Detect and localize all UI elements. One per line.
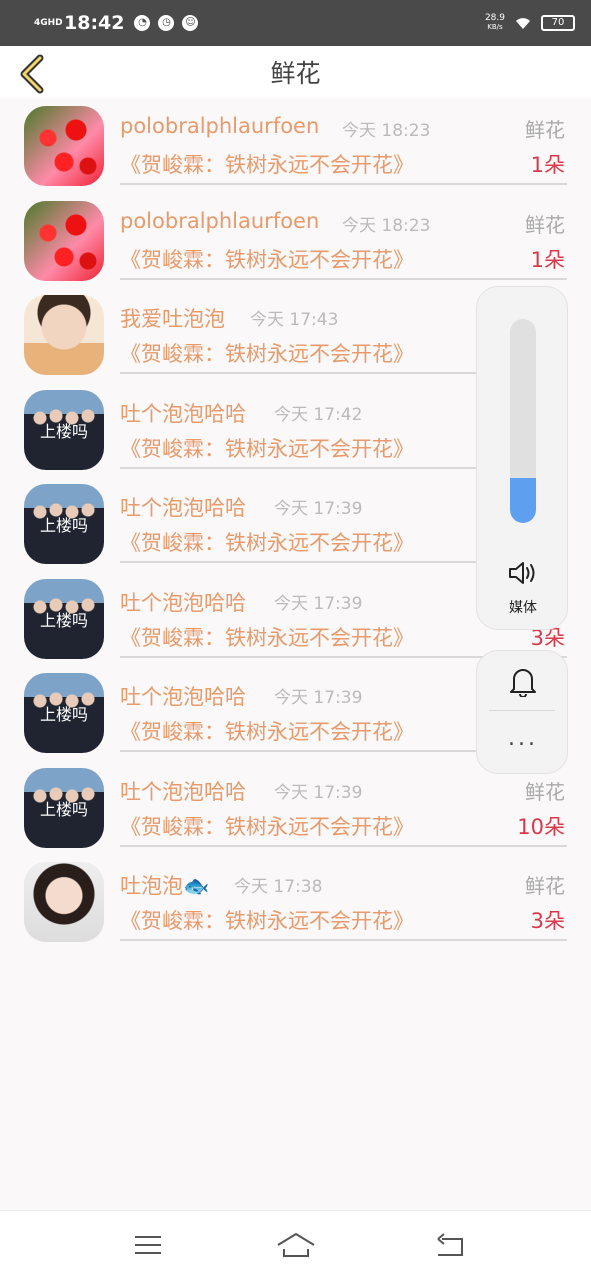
list-item[interactable]: polobralphlaurfoen 今天 18:23 鲜花 《贺峻霖：铁树永远… bbox=[0, 98, 591, 193]
avatar[interactable] bbox=[24, 106, 104, 186]
timestamp: 今天 18:23 bbox=[342, 121, 431, 141]
work-title: 《贺峻霖：铁树永远不会开花》 bbox=[120, 625, 414, 650]
work-title: 《贺峻霖：铁树永远不会开花》 bbox=[120, 531, 414, 555]
avatar[interactable] bbox=[24, 200, 104, 281]
gift-type: 鲜花 bbox=[525, 779, 565, 804]
user-name: 吐个泡泡哈哈 bbox=[120, 401, 246, 426]
work-title: 《贺峻霖：铁树永远不会开花》 bbox=[120, 909, 414, 933]
user-name: 吐泡泡🐟 bbox=[120, 874, 210, 898]
timestamp: 今天 17:39 bbox=[274, 499, 363, 519]
gift-type: 鲜花 bbox=[525, 212, 565, 237]
gift-count: 3朵 bbox=[530, 909, 565, 933]
avatar-caption: 上楼吗 bbox=[39, 799, 88, 819]
network-speed: 28.9 KB/s bbox=[485, 14, 505, 32]
work-title: 《贺峻霖：铁树永远不会开花》 bbox=[120, 247, 414, 272]
avatar-caption: 上楼吗 bbox=[39, 516, 88, 535]
divider bbox=[120, 183, 567, 185]
avatar-caption: 上楼吗 bbox=[39, 421, 88, 441]
gift-count: 1朵 bbox=[530, 153, 565, 177]
work-title: 《贺峻霖：铁树永远不会开花》 bbox=[120, 436, 414, 461]
home-icon[interactable] bbox=[276, 1229, 316, 1261]
page-title: 鲜花 bbox=[270, 59, 321, 88]
battery-icon: 70 bbox=[541, 15, 575, 31]
timestamp: 今天 17:39 bbox=[274, 593, 363, 614]
avatar[interactable]: 上楼吗 bbox=[24, 389, 104, 470]
avatar[interactable]: 上楼吗 bbox=[24, 673, 104, 753]
gift-type: 鲜花 bbox=[525, 118, 565, 142]
speed-value: 28.9 bbox=[484, 13, 505, 23]
list-item[interactable]: 吐泡泡🐟 今天 17:38 鲜花 《贺峻霖：铁树永远不会开花》 3朵 bbox=[0, 854, 591, 949]
more-icon[interactable]: ... bbox=[477, 728, 569, 750]
list-item[interactable]: polobralphlaurfoen 今天 18:23 鲜花 《贺峻霖：铁树永远… bbox=[0, 193, 591, 288]
work-title: 《贺峻霖：铁树永远不会开花》 bbox=[120, 342, 414, 366]
avatar-caption: 上楼吗 bbox=[39, 705, 88, 724]
gift-count: 10朵 bbox=[517, 814, 565, 839]
avatar[interactable]: 上楼吗 bbox=[24, 484, 104, 564]
ringer-panel: ... bbox=[476, 650, 568, 774]
network-indicator: 4GHD bbox=[34, 17, 63, 28]
gift-type: 鲜花 bbox=[525, 874, 565, 898]
back-icon[interactable] bbox=[432, 1229, 468, 1261]
volume-label: 媒体 bbox=[509, 600, 537, 616]
user-name: 我爱吐泡泡 bbox=[120, 307, 225, 331]
timestamp: 今天 17:39 bbox=[274, 782, 363, 803]
timestamp: 今天 17:38 bbox=[234, 877, 323, 897]
gift-count: 1朵 bbox=[530, 247, 565, 272]
divider bbox=[489, 710, 555, 711]
back-arrow-icon[interactable] bbox=[16, 54, 48, 94]
speaker-icon[interactable] bbox=[507, 559, 539, 587]
avatar[interactable]: 上楼吗 bbox=[24, 767, 104, 848]
wifi-icon bbox=[516, 18, 530, 29]
timestamp: 今天 17:39 bbox=[274, 688, 363, 708]
user-name: 吐个泡泡哈哈 bbox=[120, 685, 246, 709]
app-notification-icon: ☺ bbox=[182, 15, 199, 31]
volume-level bbox=[510, 478, 536, 523]
divider bbox=[120, 844, 567, 847]
avatar[interactable]: 上楼吗 bbox=[24, 578, 104, 659]
avatar[interactable] bbox=[24, 295, 104, 375]
user-name: polobralphlaurfoen bbox=[120, 114, 320, 138]
user-name: 吐个泡泡哈哈 bbox=[120, 779, 246, 804]
user-name: 吐个泡泡哈哈 bbox=[120, 496, 246, 520]
timestamp: 今天 18:23 bbox=[342, 215, 431, 236]
work-title: 《贺峻霖：铁树永远不会开花》 bbox=[120, 814, 414, 839]
user-name: 吐个泡泡哈哈 bbox=[120, 590, 246, 615]
volume-slider[interactable] bbox=[510, 319, 536, 523]
work-title: 《贺峻霖：铁树永远不会开花》 bbox=[120, 153, 414, 177]
divider bbox=[120, 939, 567, 941]
work-title: 《贺峻霖：铁树永远不会开花》 bbox=[120, 720, 414, 744]
user-name: polobralphlaurfoen bbox=[120, 208, 320, 233]
menu-icon[interactable] bbox=[130, 1229, 166, 1261]
qq-icon: ◔ bbox=[134, 15, 151, 31]
compass-icon: ◷ bbox=[158, 15, 175, 31]
app-header: 鲜花 bbox=[0, 46, 591, 98]
bell-icon[interactable] bbox=[509, 665, 537, 697]
timestamp: 今天 17:42 bbox=[274, 404, 363, 425]
avatar[interactable] bbox=[24, 862, 104, 942]
clock: 18:42 bbox=[64, 12, 125, 34]
volume-panel: 媒体 bbox=[476, 286, 568, 630]
system-nav-bar bbox=[0, 1210, 591, 1280]
speed-unit: KB/s bbox=[487, 23, 503, 31]
divider bbox=[120, 277, 567, 280]
timestamp: 今天 17:43 bbox=[250, 310, 339, 330]
status-bar: 4GHD 18:42 ◔ ◷ ☺ 28.9 KB/s 70 bbox=[0, 0, 591, 46]
avatar-caption: 上楼吗 bbox=[39, 610, 88, 630]
